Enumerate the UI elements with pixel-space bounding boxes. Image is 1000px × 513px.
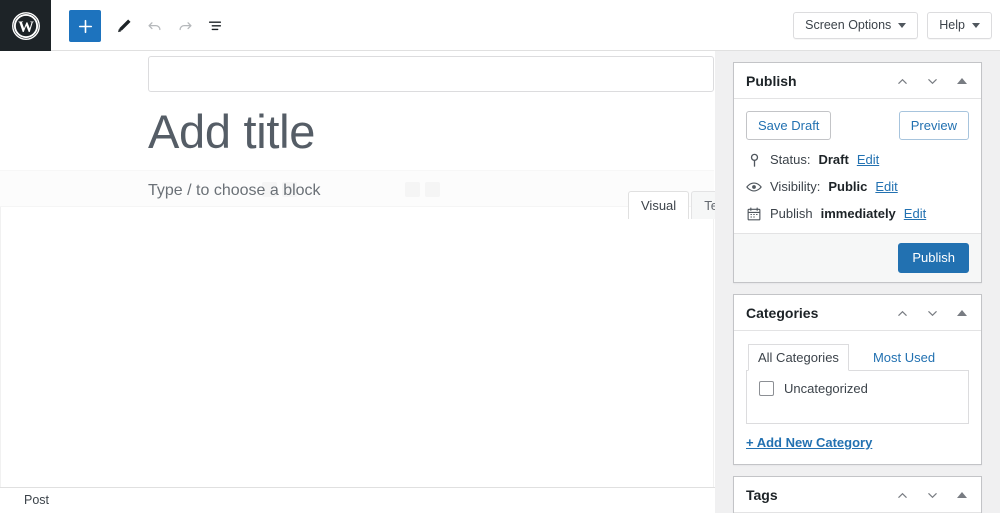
move-panel-up-button[interactable] <box>892 303 912 323</box>
save-draft-button[interactable]: Save Draft <box>746 111 832 140</box>
undo-arrow-icon <box>148 22 161 31</box>
redo-arrow-icon <box>179 22 192 31</box>
categories-panel-header: Categories <box>734 295 981 331</box>
chevron-up-icon <box>897 310 907 316</box>
default-block-placeholder[interactable]: Type / to choose a block <box>148 182 321 200</box>
move-panel-up-button[interactable] <box>892 485 912 505</box>
categories-panel-title: Categories <box>746 304 819 321</box>
screen-options-button[interactable]: Screen Options <box>793 12 919 39</box>
tags-panel-header: Tags <box>734 477 981 513</box>
chevron-up-icon <box>897 78 907 84</box>
block-inserter-button[interactable] <box>69 10 101 42</box>
publish-panel-body: Save Draft Preview Status: Draft Edit Vi… <box>734 99 981 233</box>
post-settings-sidebar: Publish Save Draft Preview Status: Draft… <box>715 51 1000 513</box>
chevron-down-icon <box>927 310 937 316</box>
post-title-input[interactable]: Add title <box>148 105 315 159</box>
plus-icon <box>78 19 92 33</box>
editor-canvas: Visual Text Add title Type / to choose a… <box>0 51 715 513</box>
list-view-icon <box>208 21 222 31</box>
publish-date-row: Publish immediately Edit <box>746 206 969 221</box>
chevron-down-icon <box>927 492 937 498</box>
ghost-classic-content-box[interactable] <box>0 207 714 513</box>
publish-panel-footer: Publish <box>734 233 981 282</box>
editor-footer-breadcrumb-bar: Post <box>0 487 715 513</box>
tab-text-label: Text <box>704 198 715 213</box>
tab-all-categories[interactable]: All Categories <box>748 344 849 371</box>
categories-panel: Categories All Categories Most Used Unca… <box>733 294 982 465</box>
ghost-classic-title-input[interactable] <box>148 56 714 92</box>
status-value: Draft <box>818 152 849 167</box>
status-label: Status: <box>770 152 811 167</box>
edit-status-link[interactable]: Edit <box>857 152 879 167</box>
undo-button[interactable] <box>139 10 171 42</box>
categories-panel-body: All Categories Most Used Uncategorized +… <box>734 331 981 464</box>
visibility-value: Public <box>828 179 868 194</box>
editor-header: W Screen Options Help <box>0 0 1000 51</box>
tab-most-used[interactable]: Most Used <box>863 344 945 371</box>
calendar-icon <box>746 206 762 221</box>
panel-controls <box>892 63 972 99</box>
tab-visual[interactable]: Visual <box>628 191 690 219</box>
move-panel-down-button[interactable] <box>922 485 942 505</box>
category-label: Uncategorized <box>784 381 868 396</box>
publish-panel-header: Publish <box>734 63 981 99</box>
publish-date-label: Publish <box>770 206 813 221</box>
publish-panel-title: Publish <box>746 72 797 89</box>
add-new-category-link[interactable]: + Add New Category <box>746 435 872 450</box>
wordpress-post-editor: W Screen Options Help Visual Te Add titl… <box>0 0 1000 513</box>
triangle-up-icon <box>957 492 967 498</box>
move-panel-down-button[interactable] <box>922 71 942 91</box>
help-button[interactable]: Help <box>927 12 992 39</box>
publish-date-value: immediately <box>820 206 896 221</box>
chevron-down-icon <box>898 23 907 28</box>
pin-icon <box>746 153 762 167</box>
status-row: Status: Draft Edit <box>746 152 969 167</box>
wordpress-logo-icon[interactable]: W <box>0 0 51 51</box>
publish-actions-row: Save Draft Preview <box>746 111 969 140</box>
pencil-icon <box>117 18 131 32</box>
toggle-panel-button[interactable] <box>952 303 972 323</box>
categories-checklist: Uncategorized <box>746 370 969 424</box>
toggle-panel-button[interactable] <box>952 485 972 505</box>
triangle-up-icon <box>957 78 967 84</box>
move-panel-up-button[interactable] <box>892 71 912 91</box>
header-right-controls: Screen Options Help <box>793 0 992 51</box>
tags-panel: Tags <box>733 476 982 513</box>
help-label: Help <box>939 18 965 32</box>
redo-button[interactable] <box>169 10 201 42</box>
list-view-button[interactable] <box>199 10 231 42</box>
publish-button[interactable]: Publish <box>898 243 969 273</box>
toggle-panel-button[interactable] <box>952 71 972 91</box>
panel-controls <box>892 295 972 331</box>
list-item: Uncategorized <box>759 381 956 396</box>
screen-options-label: Screen Options <box>805 18 892 32</box>
edit-publish-date-link[interactable]: Edit <box>904 206 926 221</box>
tab-visual-label: Visual <box>641 198 677 213</box>
chevron-down-icon <box>972 23 980 28</box>
preview-button[interactable]: Preview <box>898 111 969 140</box>
tab-text[interactable]: Text <box>691 191 715 219</box>
svg-text:W: W <box>18 18 34 35</box>
editor-mode-tabs: Visual Text <box>628 191 715 219</box>
panel-controls <box>892 477 972 513</box>
visibility-label: Visibility: <box>770 179 821 194</box>
move-panel-down-button[interactable] <box>922 303 942 323</box>
edit-visibility-link[interactable]: Edit <box>875 179 897 194</box>
categories-tabs: All Categories Most Used <box>746 343 969 371</box>
category-checkbox-uncategorized[interactable] <box>759 381 774 396</box>
chevron-down-icon <box>927 78 937 84</box>
edit-tools-button[interactable] <box>107 10 139 42</box>
ghost-classic-toolbar <box>0 170 714 207</box>
tags-panel-title: Tags <box>746 486 778 503</box>
publish-panel: Publish Save Draft Preview Status: Draft… <box>733 62 982 283</box>
triangle-up-icon <box>957 310 967 316</box>
visibility-row: Visibility: Public Edit <box>746 179 969 194</box>
chevron-up-icon <box>897 492 907 498</box>
eye-icon <box>746 181 762 193</box>
breadcrumb[interactable]: Post <box>24 493 49 507</box>
